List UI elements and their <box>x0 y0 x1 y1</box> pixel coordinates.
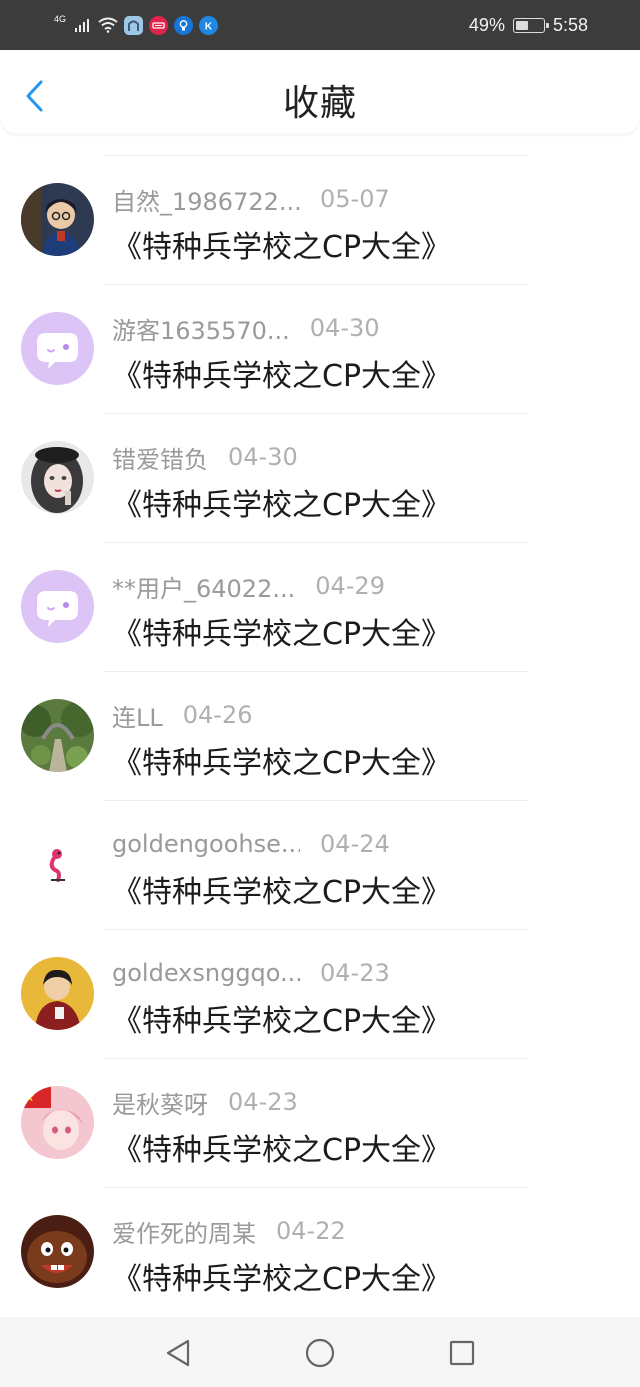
date: 04-24 <box>320 830 390 858</box>
username: 连LL <box>112 703 163 732</box>
avatar[interactable] <box>21 699 94 772</box>
header-bar: 收藏 <box>0 50 640 134</box>
item-meta: 自然_1986722... 05-07 <box>112 183 390 216</box>
page-title: 收藏 <box>282 83 357 124</box>
username: 爱作死的周某 <box>112 1219 256 1248</box>
wifi-icon <box>98 15 118 35</box>
battery-icon <box>512 17 549 33</box>
item-title[interactable]: 《特种兵学校之CP大全》 <box>112 222 451 266</box>
square-recents-icon <box>449 1340 475 1366</box>
avatar[interactable] <box>21 570 94 643</box>
username: goldengoohse... <box>112 830 300 858</box>
svg-text:K: K <box>205 21 213 32</box>
battery-percent: 49% <box>468 14 505 35</box>
status-bar: 4G K 49% 5:58 <box>0 0 640 50</box>
list-item[interactable]: 游客1635570... 04-30 《特种兵学校之CP大全》 <box>0 284 640 413</box>
item-meta: 游客1635570... 04-30 <box>112 312 380 345</box>
date: 04-23 <box>320 959 390 987</box>
app-notification-icon <box>149 15 169 35</box>
item-meta: goldexsnggqo... 04-23 <box>112 957 390 989</box>
username: goldexsnggqo... <box>112 959 300 987</box>
item-meta: goldengoohse... 04-24 <box>112 828 390 860</box>
app-notification-icon <box>124 15 144 35</box>
item-title[interactable]: 《特种兵学校之CP大全》 <box>112 480 451 524</box>
item-meta: **用户_64022... 04-29 <box>112 570 385 603</box>
avatar[interactable] <box>21 312 94 385</box>
list-item[interactable]: 是秋葵呀 04-23 《特种兵学校之CP大全》 <box>0 1058 640 1187</box>
item-meta: 是秋葵呀 04-23 <box>112 1086 298 1119</box>
list-item[interactable]: 错爱错负 04-30 《特种兵学校之CP大全》 <box>0 413 640 542</box>
item-meta: 爱作死的周某 04-22 <box>112 1215 346 1248</box>
list-item[interactable]: goldengoohse... 04-24 《特种兵学校之CP大全》 <box>0 800 640 929</box>
date: 04-30 <box>228 443 298 471</box>
item-meta: 连LL 04-26 <box>112 699 253 732</box>
item-meta: 错爱错负 04-30 <box>112 441 298 474</box>
list-item[interactable]: **用户_64022... 04-29 《特种兵学校之CP大全》 <box>0 542 640 671</box>
item-title[interactable]: 《特种兵学校之CP大全》 <box>112 867 451 911</box>
item-title[interactable]: 《特种兵学校之CP大全》 <box>112 351 451 395</box>
avatar[interactable] <box>21 441 94 514</box>
status-right: 49% 5:58 <box>469 13 588 37</box>
app-notification-icon: K <box>199 15 219 35</box>
item-title[interactable]: 《特种兵学校之CP大全》 <box>112 1254 451 1298</box>
app-notification-icon <box>174 15 194 35</box>
nav-back-button[interactable] <box>162 1337 194 1369</box>
battery-level <box>515 20 528 30</box>
username: 是秋葵呀 <box>112 1090 208 1119</box>
avatar[interactable] <box>21 1086 94 1159</box>
list-item[interactable]: 爱作死的周某 04-22 《特种兵学校之CP大全》 <box>0 1187 640 1316</box>
item-title[interactable]: 《特种兵学校之CP大全》 <box>112 609 451 653</box>
date: 04-29 <box>315 572 385 600</box>
list-item[interactable]: goldexsnggqo... 04-23 《特种兵学校之CP大全》 <box>0 929 640 1058</box>
navigation-bar <box>0 1317 640 1387</box>
nav-home-button[interactable] <box>304 1337 336 1369</box>
favorites-list: 自然_1986722... 05-07 《特种兵学校之CP大全》 游客16355… <box>0 155 640 1316</box>
list-item[interactable]: 自然_1986722... 05-07 《特种兵学校之CP大全》 <box>0 155 640 284</box>
date: 04-30 <box>309 314 380 342</box>
date: 04-22 <box>276 1217 346 1245</box>
nav-recents-button[interactable] <box>446 1337 478 1369</box>
chat-bubble-icon <box>21 570 94 643</box>
list-item[interactable]: 连LL 04-26 《特种兵学校之CP大全》 <box>0 671 640 800</box>
date: 05-07 <box>320 185 390 213</box>
username: 错爱错负 <box>112 445 208 474</box>
clock: 5:58 <box>552 14 588 35</box>
avatar[interactable] <box>21 1215 94 1288</box>
status-left-icons: 4G K <box>54 13 219 37</box>
avatar[interactable] <box>21 957 94 1030</box>
username: **用户_64022... <box>112 574 296 603</box>
username: 自然_1986722... <box>112 187 300 216</box>
network-type: 4G <box>54 13 67 24</box>
date: 04-23 <box>228 1088 298 1116</box>
signal-icon <box>72 15 92 35</box>
username: 游客1635570... <box>112 316 290 345</box>
circle-home-icon <box>305 1338 335 1368</box>
chat-bubble-icon <box>21 312 94 385</box>
avatar[interactable] <box>21 828 94 901</box>
item-title[interactable]: 《特种兵学校之CP大全》 <box>112 996 451 1040</box>
item-title[interactable]: 《特种兵学校之CP大全》 <box>112 1125 451 1169</box>
triangle-back-icon <box>166 1339 190 1367</box>
avatar[interactable] <box>21 183 94 256</box>
date: 04-26 <box>182 701 253 729</box>
item-title[interactable]: 《特种兵学校之CP大全》 <box>112 738 451 782</box>
